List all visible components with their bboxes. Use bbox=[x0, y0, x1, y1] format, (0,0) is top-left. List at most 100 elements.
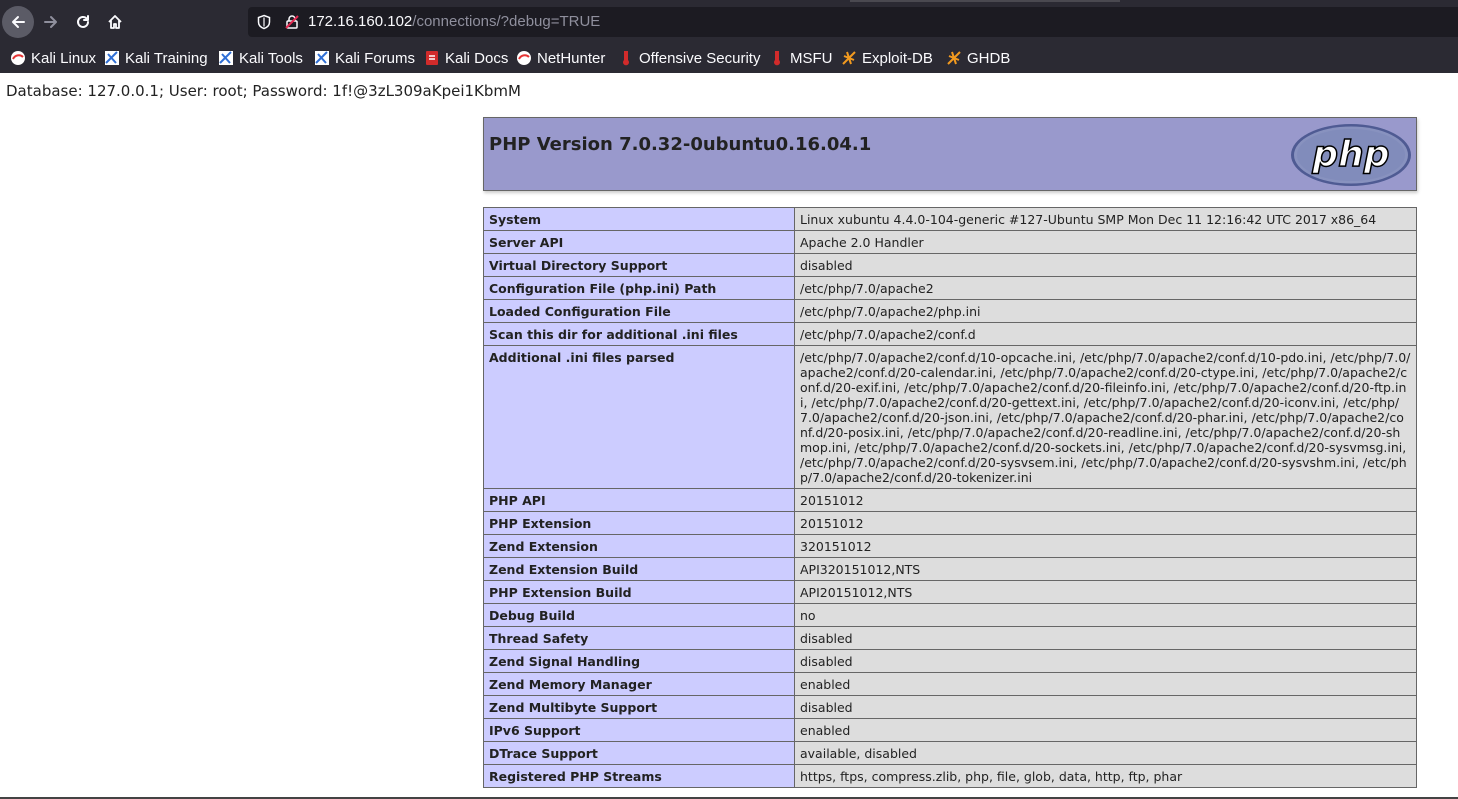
bookmark-label: Kali Docs bbox=[445, 49, 509, 67]
bookmark-kali-training[interactable]: Kali Training bbox=[104, 48, 208, 68]
browser-toolbar: 172.16.160.102/connections/?debug=TRUE bbox=[0, 0, 1458, 44]
setting-value: /etc/php/7.0/apache2/conf.d/10-opcache.i… bbox=[794, 345, 1417, 489]
table-row: Configuration File (php.ini) Path/etc/ph… bbox=[483, 276, 1417, 300]
table-row: Zend Multibyte Support disabled bbox=[483, 695, 1417, 719]
bookmark-label: MSFU bbox=[790, 49, 833, 67]
bookmark-label: Offensive Security bbox=[639, 49, 761, 67]
setting-name: PHP Extension bbox=[483, 511, 795, 535]
bookmark-ghdb[interactable]: GHDB bbox=[946, 48, 1010, 68]
php-version-title: PHP Version 7.0.32-0ubuntu0.16.04.1 bbox=[489, 134, 872, 155]
kali-icon bbox=[11, 51, 25, 65]
arrow-right-icon bbox=[44, 16, 57, 28]
setting-name: Configuration File (php.ini) Path bbox=[483, 276, 795, 300]
setting-name: IPv6 Support bbox=[483, 718, 795, 742]
setting-value: no bbox=[794, 603, 1417, 627]
bookmark-msfu[interactable]: MSFU bbox=[769, 48, 833, 68]
kali-training-icon bbox=[105, 51, 119, 65]
arrow-left-icon bbox=[12, 16, 25, 28]
setting-name: Zend Extension bbox=[483, 534, 795, 558]
table-row: DTrace Support available, disabled bbox=[483, 741, 1417, 765]
bookmark-kali-linux[interactable]: Kali Linux bbox=[10, 48, 96, 68]
setting-name: Thread Safety bbox=[483, 626, 795, 650]
forward-button[interactable] bbox=[35, 6, 67, 38]
table-row: Zend Signal Handling disabled bbox=[483, 649, 1417, 673]
table-row: Zend Memory Manager enabled bbox=[483, 672, 1417, 696]
table-row: Debug Build no bbox=[483, 603, 1417, 627]
setting-name: System bbox=[483, 207, 795, 231]
shield-icon[interactable] bbox=[256, 14, 272, 30]
url-host: 172.16.160.102 bbox=[308, 13, 413, 30]
setting-name: Scan this dir for additional .ini files bbox=[483, 322, 795, 346]
setting-name: Zend Memory Manager bbox=[483, 672, 795, 696]
reload-icon bbox=[77, 15, 89, 28]
setting-value: https, ftps, compress.zlib, php, file, g… bbox=[794, 764, 1417, 788]
setting-value: API320151012,NTS bbox=[794, 557, 1417, 581]
home-icon bbox=[108, 15, 122, 29]
bookmark-exploit-db[interactable]: Exploit-DB bbox=[841, 48, 933, 68]
table-row: Additional .ini files parsed/etc/php/7.0… bbox=[483, 345, 1417, 489]
table-row: Server API Apache 2.0 Handler bbox=[483, 230, 1417, 254]
reload-button[interactable] bbox=[67, 6, 99, 38]
ghdb-icon bbox=[947, 51, 961, 65]
bookmark-label: Kali Training bbox=[125, 49, 208, 67]
setting-name: Server API bbox=[483, 230, 795, 254]
setting-name: Zend Extension Build bbox=[483, 557, 795, 581]
table-row: Registered PHP Streams https, ftps, compr… bbox=[483, 764, 1417, 788]
setting-value: disabled bbox=[794, 649, 1417, 673]
bookmark-kali-tools[interactable]: Kali Tools bbox=[218, 48, 303, 68]
setting-value: disabled bbox=[794, 626, 1417, 650]
back-button[interactable] bbox=[2, 6, 34, 38]
bookmark-kali-docs[interactable]: Kali Docs bbox=[424, 48, 508, 68]
phpinfo-table: System Linux xubuntu 4.4.0-104-generic #1… bbox=[483, 207, 1417, 788]
bookmark-kali-forums[interactable]: Kali Forums bbox=[314, 48, 415, 68]
offsec-icon bbox=[623, 51, 629, 66]
bookmark-label: Kali Linux bbox=[31, 49, 97, 67]
bookmark-offensive-security[interactable]: Offensive Security bbox=[618, 48, 760, 68]
setting-value: /etc/php/7.0/apache2/conf.d bbox=[794, 322, 1417, 346]
url-bar[interactable]: 172.16.160.102/connections/?debug=TRUE bbox=[248, 7, 1458, 37]
setting-value: Apache 2.0 Handler bbox=[794, 230, 1417, 254]
setting-name: PHP API bbox=[483, 488, 795, 512]
phpinfo-header: PHP Version 7.0.32-0ubuntu0.16.04.1 php bbox=[483, 117, 1417, 191]
table-row: Zend Extension Build API320151012,NTS bbox=[483, 557, 1417, 581]
setting-name: DTrace Support bbox=[483, 741, 795, 765]
bookmark-label: Kali Tools bbox=[239, 49, 303, 67]
setting-value: /etc/php/7.0/apache2/php.ini bbox=[794, 299, 1417, 323]
table-row: Zend Extension 320151012 bbox=[483, 534, 1417, 558]
bookmark-label: Exploit-DB bbox=[862, 49, 933, 67]
setting-value: 20151012 bbox=[794, 511, 1417, 535]
setting-value: 320151012 bbox=[794, 534, 1417, 558]
bookmark-label: GHDB bbox=[967, 49, 1011, 67]
msfu-icon bbox=[774, 51, 780, 66]
table-row: IPv6 Support enabled bbox=[483, 718, 1417, 742]
nethunter-icon bbox=[517, 51, 531, 65]
php-logo[interactable]: php bbox=[1290, 123, 1412, 187]
setting-value: enabled bbox=[794, 672, 1417, 696]
exploitdb-icon bbox=[842, 51, 856, 65]
table-row: PHP Extension Build API20151012,NTS bbox=[483, 580, 1417, 604]
bookmark-label: Kali Forums bbox=[335, 49, 416, 67]
page-content: Database: 127.0.0.1; User: root; Passwor… bbox=[0, 73, 1458, 799]
kali-tools-icon bbox=[219, 51, 233, 65]
url-text[interactable]: 172.16.160.102/connections/?debug=TRUE bbox=[308, 7, 600, 37]
table-row: Thread Safety disabled bbox=[483, 626, 1417, 650]
setting-name: Loaded Configuration File bbox=[483, 299, 795, 323]
insecure-lock-icon[interactable] bbox=[284, 14, 300, 30]
bookmark-nethunter[interactable]: NetHunter bbox=[516, 48, 605, 68]
table-row: Scan this dir for additional .ini files /… bbox=[483, 322, 1417, 346]
tab-strip-edge bbox=[850, 0, 1120, 2]
kali-docs-icon bbox=[426, 51, 438, 65]
table-row: PHP Extension 20151012 bbox=[483, 511, 1417, 535]
home-button[interactable] bbox=[99, 6, 131, 38]
table-row: Virtual Directory Support disabled bbox=[483, 253, 1417, 277]
setting-value: /etc/php/7.0/apache2 bbox=[794, 276, 1417, 300]
php-logo-text: php bbox=[1311, 134, 1389, 175]
kali-forums-icon bbox=[315, 51, 329, 65]
bookmark-label: NetHunter bbox=[537, 49, 606, 67]
table-row: Loaded Configuration File/etc/php/7.0/ap… bbox=[483, 299, 1417, 323]
setting-value: API20151012,NTS bbox=[794, 580, 1417, 604]
setting-name: PHP Extension Build bbox=[483, 580, 795, 604]
setting-name: Zend Signal Handling bbox=[483, 649, 795, 673]
setting-name: Registered PHP Streams bbox=[483, 764, 795, 788]
setting-name: Virtual Directory Support bbox=[483, 253, 795, 277]
